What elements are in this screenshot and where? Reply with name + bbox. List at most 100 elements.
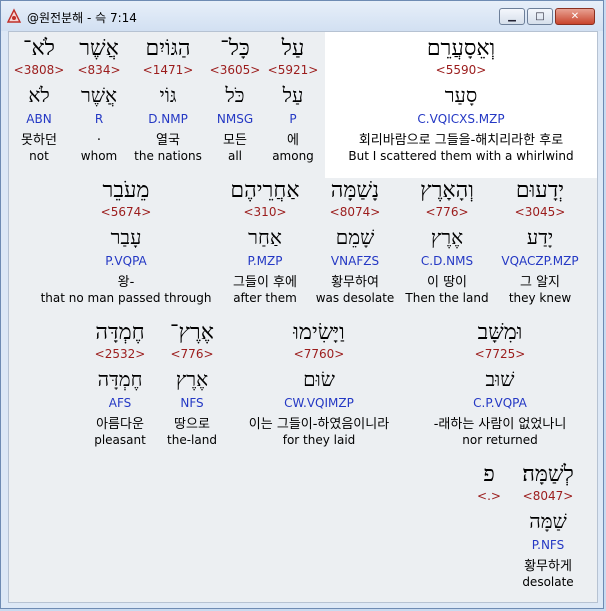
korean-gloss: 아름다운	[96, 417, 144, 432]
english-gloss: not	[29, 149, 49, 163]
strong-number: <834>	[77, 63, 121, 77]
korean-gloss: 에	[287, 133, 299, 148]
english-gloss: nor returned	[462, 433, 538, 447]
strong-number: <3045>	[514, 205, 566, 219]
lemma-word: גּוֹי	[159, 83, 177, 107]
parsing-code: D.NMP	[148, 112, 188, 126]
parsing-code: NFS	[180, 396, 204, 410]
strong-number: <8074>	[329, 205, 381, 219]
lemma-word: עָבַר	[110, 225, 142, 249]
strong-number: <8047>	[522, 489, 574, 503]
parsing-code: P.VQPA	[105, 254, 147, 268]
title-bar[interactable]: @원전분해 - 슥 7:14 ▁ □ ✕	[1, 1, 603, 31]
korean-gloss: 그들이 후에	[233, 275, 297, 290]
strong-number: <310>	[243, 205, 287, 219]
english-gloss: that no man passed through	[40, 291, 212, 305]
strong-number: <1471>	[142, 63, 194, 77]
english-gloss: desolate	[522, 575, 574, 589]
english-gloss: pleasant	[94, 433, 146, 447]
lemma-word: אַחַר	[248, 225, 282, 249]
lemma-word: אֶרֶץ	[175, 367, 209, 391]
parsing-code: VNAFZS	[330, 254, 380, 268]
strong-number: <5590>	[435, 63, 487, 77]
parsing-code: AFS	[108, 396, 132, 410]
hebrew-word: כָּל־	[220, 36, 250, 61]
hebrew-word: הַגּוֹיִם	[145, 36, 191, 61]
korean-gloss: 황무하여	[331, 275, 379, 290]
english-gloss: the nations	[134, 149, 202, 163]
hebrew-word: עַל	[281, 36, 305, 61]
hebrew-word: חֶמְדָּה	[95, 320, 145, 345]
close-icon[interactable]: ✕	[555, 8, 595, 25]
hebrew-word: יְדָעוּם	[515, 178, 565, 203]
hebrew-word: לֹא־	[23, 36, 55, 61]
lemma-word: כֹּל	[225, 83, 245, 107]
hebrew-word: אֶרֶץ־	[170, 320, 214, 345]
lemma-word: אֶרֶץ	[430, 225, 464, 249]
hebrew-word: אַחֲרֵיהֶם	[230, 178, 300, 203]
english-gloss: among	[272, 149, 314, 163]
parsing-code: R	[94, 112, 104, 126]
korean-gloss: 열국	[156, 133, 180, 148]
english-gloss: was desolate	[315, 291, 395, 305]
lemma-word: לֹא	[28, 83, 50, 107]
english-gloss: the-land	[167, 433, 217, 447]
app-icon	[6, 8, 22, 23]
parsing-code: ABN	[26, 112, 52, 126]
korean-gloss: 이는 그들이-하였음이니라	[248, 417, 390, 432]
lemma-word: חֶמְדָּה	[97, 367, 143, 391]
parsing-code: CW.VQIMZP	[284, 396, 354, 410]
korean-gloss: 황무하게	[524, 559, 572, 574]
english-gloss: for they laid	[282, 433, 356, 447]
window-controls: ▁ □ ✕	[497, 8, 595, 25]
lemma-word: שָׁמֵם	[335, 225, 375, 249]
analysis-panel: לֹא־ <3808> לֹא ABN 못하던 not אֲשֶׁר <834> אֲשֶׁר R…	[8, 31, 598, 603]
lemma-word: שַׁמָּה	[529, 509, 567, 533]
korean-gloss: 모든	[223, 133, 247, 148]
hebrew-word: וְאֵסָעֲרֵם	[426, 36, 496, 61]
korean-gloss: 이 땅이	[426, 275, 468, 290]
strong-number: <776>	[170, 347, 214, 361]
strong-number: <7760>	[293, 347, 345, 361]
lemma-word: עַל	[282, 83, 304, 107]
parsing-code: P.NFS	[531, 538, 565, 552]
parsing-code: P	[289, 112, 297, 126]
maximize-icon[interactable]: □	[527, 8, 553, 25]
minimize-icon[interactable]: ▁	[499, 8, 525, 25]
hebrew-word: נָשַׁמָּה	[330, 178, 380, 203]
hebrew-word: וְהָאָרֶץ	[420, 178, 474, 203]
korean-gloss: 그 알지	[519, 275, 561, 290]
strong-number: <7725>	[474, 347, 526, 361]
strong-number: <3808>	[13, 63, 65, 77]
korean-gloss: .	[96, 129, 102, 144]
lemma-word: יָדַע	[526, 225, 554, 249]
korean-gloss: 못하던	[21, 133, 57, 148]
english-gloss: whom	[80, 149, 118, 163]
lemma-word: סָעַר	[444, 83, 478, 107]
strong-number: <3605>	[209, 63, 261, 77]
hebrew-word: וּמִשָּׁב	[477, 320, 523, 345]
parsing-code: C.P.VQPA	[473, 396, 527, 410]
korean-gloss: -래하는 사람이 없었나니	[433, 417, 567, 432]
window-title: @원전분해 - 슥 7:14	[27, 11, 137, 25]
strong-number: <.>	[477, 489, 501, 503]
lemma-word: שׁוּב	[485, 367, 515, 391]
strong-number: <776>	[425, 205, 469, 219]
strong-number: <5921>	[267, 63, 319, 77]
lemma-word: שׂוּם	[303, 367, 335, 391]
lemma-word: אֲשֶׁר	[81, 83, 117, 107]
hebrew-word: פ	[483, 462, 495, 487]
english-gloss: But I scattered them with a whirlwind	[348, 149, 574, 163]
parsing-code: C.VQICXS.MZP	[417, 112, 505, 126]
parsing-code: C.D.NMS	[420, 254, 474, 268]
korean-gloss: 땅으로	[174, 417, 210, 432]
strong-number: <2532>	[94, 347, 146, 361]
korean-gloss: 회리바람으로 그들을-해치리라한 후로	[358, 133, 564, 148]
strong-number: <5674>	[100, 205, 152, 219]
korean-gloss: 왕-	[117, 275, 135, 290]
english-gloss: they knew	[508, 291, 572, 305]
hebrew-word: מֵעֹבֵר	[102, 178, 150, 203]
hebrew-word: אֲשֶׁר	[79, 36, 119, 61]
app-window: @원전분해 - 슥 7:14 ▁ □ ✕ לֹא־ <3808> לֹא ABN 못하던…	[0, 0, 604, 609]
english-gloss: after them	[233, 291, 297, 305]
